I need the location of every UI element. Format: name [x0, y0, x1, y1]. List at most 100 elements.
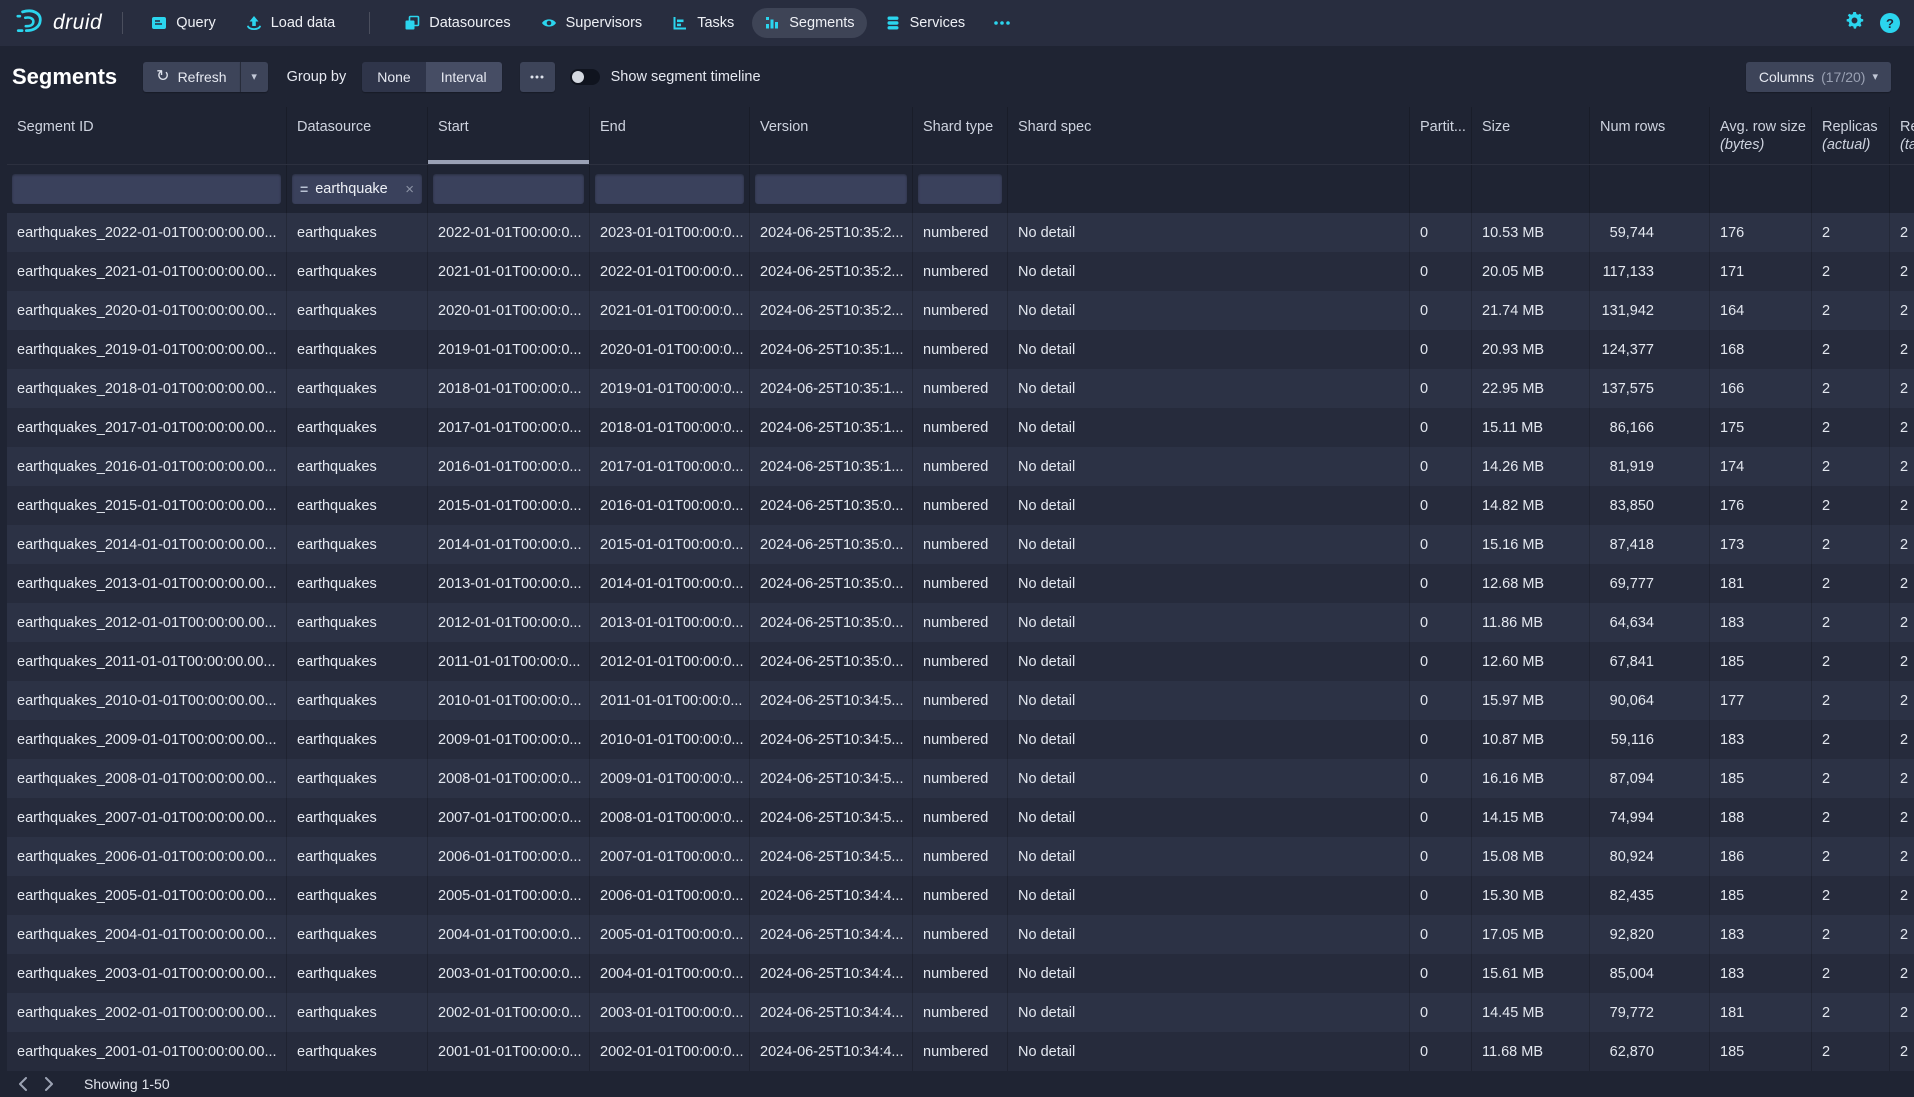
column-header-start[interactable]: Start	[428, 107, 590, 164]
column-header-segment_id[interactable]: Segment ID	[7, 107, 287, 164]
cell-num_rows: 80,924	[1590, 837, 1710, 876]
column-header-size[interactable]: Size	[1472, 107, 1590, 164]
segment-row[interactable]: earthquakes_2012-01-01T00:00:00.00...ear…	[7, 603, 1914, 642]
segment-row[interactable]: earthquakes_2018-01-01T00:00:00.00...ear…	[7, 369, 1914, 408]
column-header-shard_type[interactable]: Shard type	[913, 107, 1008, 164]
columns-button[interactable]: Columns (17/20) ▾	[1746, 62, 1891, 92]
column-header-avg_row_size[interactable]: Avg. row size(bytes)	[1710, 107, 1812, 164]
cell-shard_type: numbered	[913, 1032, 1008, 1071]
cell-segment_id: earthquakes_2018-01-01T00:00:00.00...	[7, 369, 287, 408]
column-header-partition[interactable]: Partit...	[1410, 107, 1472, 164]
help-icon[interactable]: ?	[1880, 13, 1900, 33]
filter-cell-size	[1472, 165, 1590, 213]
filter-input-segment_id[interactable]	[12, 174, 281, 204]
column-header-version[interactable]: Version	[750, 107, 913, 164]
segment-row[interactable]: earthquakes_2020-01-01T00:00:00.00...ear…	[7, 291, 1914, 330]
cell-shard_type: numbered	[913, 681, 1008, 720]
cell-segment_id: earthquakes_2013-01-01T00:00:00.00...	[7, 564, 287, 603]
refresh-dropdown-button[interactable]: ▾	[240, 62, 268, 92]
filter-input-end[interactable]	[595, 174, 744, 204]
segment-row[interactable]: earthquakes_2004-01-01T00:00:00.00...ear…	[7, 915, 1914, 954]
column-header-datasource[interactable]: Datasource	[287, 107, 428, 164]
column-header-replicas[interactable]: Replicas(actual)	[1812, 107, 1890, 164]
datasource-filter-chip[interactable]: =earthquakes×	[292, 174, 422, 204]
group-by-none-button[interactable]: None	[362, 62, 425, 92]
supervisors-icon	[541, 15, 557, 31]
filter-input-start[interactable]	[433, 174, 584, 204]
nav-item-query[interactable]: Query	[139, 8, 228, 38]
group-by-interval-button[interactable]: Interval	[426, 62, 502, 92]
cell-size: 15.16 MB	[1472, 525, 1590, 564]
cell-end: 2008-01-01T00:00:0...	[590, 798, 750, 837]
filter-input-shard_type[interactable]	[918, 174, 1002, 204]
cell-shard_spec: No detail	[1008, 330, 1410, 369]
segment-row[interactable]: earthquakes_2005-01-01T00:00:00.00...ear…	[7, 876, 1914, 915]
nav-item-load-data[interactable]: Load data	[234, 8, 348, 38]
nav-item-services[interactable]: Services	[873, 8, 978, 38]
more-options-button[interactable]	[520, 62, 555, 92]
cell-version: 2024-06-25T10:35:0...	[750, 525, 913, 564]
segment-row[interactable]: earthquakes_2014-01-01T00:00:00.00...ear…	[7, 525, 1914, 564]
cell-segment_id: earthquakes_2022-01-01T00:00:00.00...	[7, 213, 287, 252]
cell-shard_type: numbered	[913, 447, 1008, 486]
segment-row[interactable]: earthquakes_2002-01-01T00:00:00.00...ear…	[7, 993, 1914, 1032]
nav-item-tasks[interactable]: Tasks	[660, 8, 746, 38]
settings-gear-icon[interactable]	[1845, 11, 1864, 35]
remove-filter-icon[interactable]: ×	[405, 181, 414, 198]
cell-partition: 0	[1410, 759, 1472, 798]
nav-more-button[interactable]	[983, 8, 1021, 38]
next-page-button[interactable]	[36, 1077, 62, 1091]
cell-end: 2021-01-01T00:00:0...	[590, 291, 750, 330]
column-header-label: Replicas	[1822, 119, 1879, 135]
cell-avg_row_size: 166	[1710, 369, 1812, 408]
druid-logo[interactable]: druid	[14, 8, 102, 39]
segment-row[interactable]: earthquakes_2003-01-01T00:00:00.00...ear…	[7, 954, 1914, 993]
segment-row[interactable]: earthquakes_2013-01-01T00:00:00.00...ear…	[7, 564, 1914, 603]
cell-version: 2024-06-25T10:35:0...	[750, 564, 913, 603]
segment-row[interactable]: earthquakes_2007-01-01T00:00:00.00...ear…	[7, 798, 1914, 837]
segment-row[interactable]: earthquakes_2016-01-01T00:00:00.00...ear…	[7, 447, 1914, 486]
segment-row[interactable]: earthquakes_2015-01-01T00:00:00.00...ear…	[7, 486, 1914, 525]
cell-partition: 0	[1410, 408, 1472, 447]
segment-row[interactable]: earthquakes_2010-01-01T00:00:00.00...ear…	[7, 681, 1914, 720]
column-header-end[interactable]: End	[590, 107, 750, 164]
segment-row[interactable]: earthquakes_2006-01-01T00:00:00.00...ear…	[7, 837, 1914, 876]
cell-segment_id: earthquakes_2016-01-01T00:00:00.00...	[7, 447, 287, 486]
segment-row[interactable]: earthquakes_2021-01-01T00:00:00.00...ear…	[7, 252, 1914, 291]
cell-size: 14.82 MB	[1472, 486, 1590, 525]
cell-version: 2024-06-25T10:35:1...	[750, 369, 913, 408]
cell-shard_type: numbered	[913, 759, 1008, 798]
segment-row[interactable]: earthquakes_2011-01-01T00:00:00.00...ear…	[7, 642, 1914, 681]
cell-replicas: 2	[1812, 954, 1890, 993]
nav-item-datasources[interactable]: Datasources	[392, 8, 522, 38]
segment-row[interactable]: earthquakes_2019-01-01T00:00:00.00...ear…	[7, 330, 1914, 369]
cell-end: 2009-01-01T00:00:0...	[590, 759, 750, 798]
column-header-label: Datasource	[297, 119, 417, 135]
column-header-replication_factor[interactable]: Replication factor(target)	[1890, 107, 1914, 164]
cell-shard_spec: No detail	[1008, 408, 1410, 447]
segment-row[interactable]: earthquakes_2008-01-01T00:00:00.00...ear…	[7, 759, 1914, 798]
cell-value: 80,924	[1600, 849, 1654, 865]
cell-partition: 0	[1410, 993, 1472, 1032]
cell-start: 2001-01-01T00:00:0...	[428, 1032, 590, 1071]
segment-timeline-toggle[interactable]	[570, 69, 600, 85]
column-header-shard_spec[interactable]: Shard spec	[1008, 107, 1410, 164]
nav-item-segments[interactable]: Segments	[752, 8, 866, 38]
refresh-button[interactable]: ↻ Refresh	[143, 62, 239, 92]
segment-row[interactable]: earthquakes_2022-01-01T00:00:00.00...ear…	[7, 213, 1914, 252]
column-header-num_rows[interactable]: Num rows	[1590, 107, 1710, 164]
cell-segment_id: earthquakes_2020-01-01T00:00:00.00...	[7, 291, 287, 330]
segment-row[interactable]: earthquakes_2001-01-01T00:00:00.00...ear…	[7, 1032, 1914, 1071]
cell-replication_factor: 2	[1890, 252, 1914, 291]
column-header-label: Segment ID	[17, 119, 276, 135]
cell-end: 2012-01-01T00:00:0...	[590, 642, 750, 681]
segment-row[interactable]: earthquakes_2017-01-01T00:00:00.00...ear…	[7, 408, 1914, 447]
cell-version: 2024-06-25T10:34:5...	[750, 681, 913, 720]
cell-partition: 0	[1410, 369, 1472, 408]
cell-partition: 0	[1410, 876, 1472, 915]
nav-item-supervisors[interactable]: Supervisors	[529, 8, 655, 38]
filter-input-version[interactable]	[755, 174, 907, 204]
cell-replication_factor: 2	[1890, 486, 1914, 525]
segment-row[interactable]: earthquakes_2009-01-01T00:00:00.00...ear…	[7, 720, 1914, 759]
prev-page-button[interactable]	[10, 1077, 36, 1091]
